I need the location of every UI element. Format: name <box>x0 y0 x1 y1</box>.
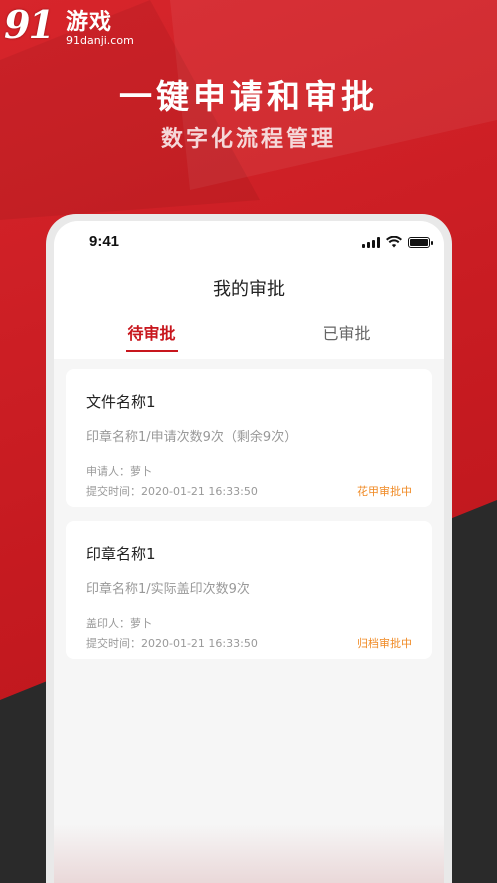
phone-screen: 9:41 我的审批 待审批 已审批 文件名称1 印章名称1/申请次数9次（剩余9… <box>54 221 444 883</box>
signal-icon <box>362 236 380 248</box>
card-submit-time: 提交时间：2020-01-21 16:33:50 <box>86 637 258 650</box>
approval-list: 文件名称1 印章名称1/申请次数9次（剩余9次） 申请人：萝卜 提交时间：202… <box>54 359 444 683</box>
wifi-icon <box>386 236 402 248</box>
logo-number: 91 <box>4 2 55 47</box>
card-applicant: 申请人：萝卜 <box>86 465 152 478</box>
card-status: 归档审批中 <box>357 637 412 650</box>
approval-card[interactable]: 文件名称1 印章名称1/申请次数9次（剩余9次） 申请人：萝卜 提交时间：202… <box>66 369 432 507</box>
tab-bar: 待审批 已审批 <box>54 318 444 358</box>
approval-card[interactable]: 印章名称1 印章名称1/实际盖印次数9次 盖印人：萝卜 提交时间：2020-01… <box>66 521 432 659</box>
promo-headline: 一键申请和审批 <box>119 77 378 116</box>
bottom-fade <box>54 824 444 883</box>
app-header: 9:41 我的审批 待审批 已审批 <box>54 221 444 359</box>
logo-url: 91danji.com <box>66 34 134 47</box>
logo-name: 游戏 <box>66 10 113 35</box>
card-title: 印章名称1 <box>86 545 156 563</box>
tab-approved[interactable]: 已审批 <box>249 318 444 358</box>
status-time: 9:41 <box>89 233 120 250</box>
site-logo[interactable]: 91 游戏 91danji.com <box>0 0 140 52</box>
status-icons <box>362 236 433 248</box>
card-submit-time: 提交时间：2020-01-21 16:33:50 <box>86 485 258 498</box>
battery-icon <box>408 236 433 248</box>
phone-frame: 9:41 我的审批 待审批 已审批 文件名称1 印章名称1/申请次数9次（剩余9… <box>46 214 452 883</box>
card-title: 文件名称1 <box>86 393 156 411</box>
card-stamper: 盖印人：萝卜 <box>86 617 152 630</box>
tab-pending[interactable]: 待审批 <box>54 318 249 358</box>
card-description: 印章名称1/实际盖印次数9次 <box>86 582 250 597</box>
card-description: 印章名称1/申请次数9次（剩余9次） <box>86 430 298 445</box>
promo-subline: 数字化流程管理 <box>160 127 336 152</box>
page-title: 我的审批 <box>213 279 285 300</box>
card-status: 花甲审批中 <box>357 485 412 498</box>
